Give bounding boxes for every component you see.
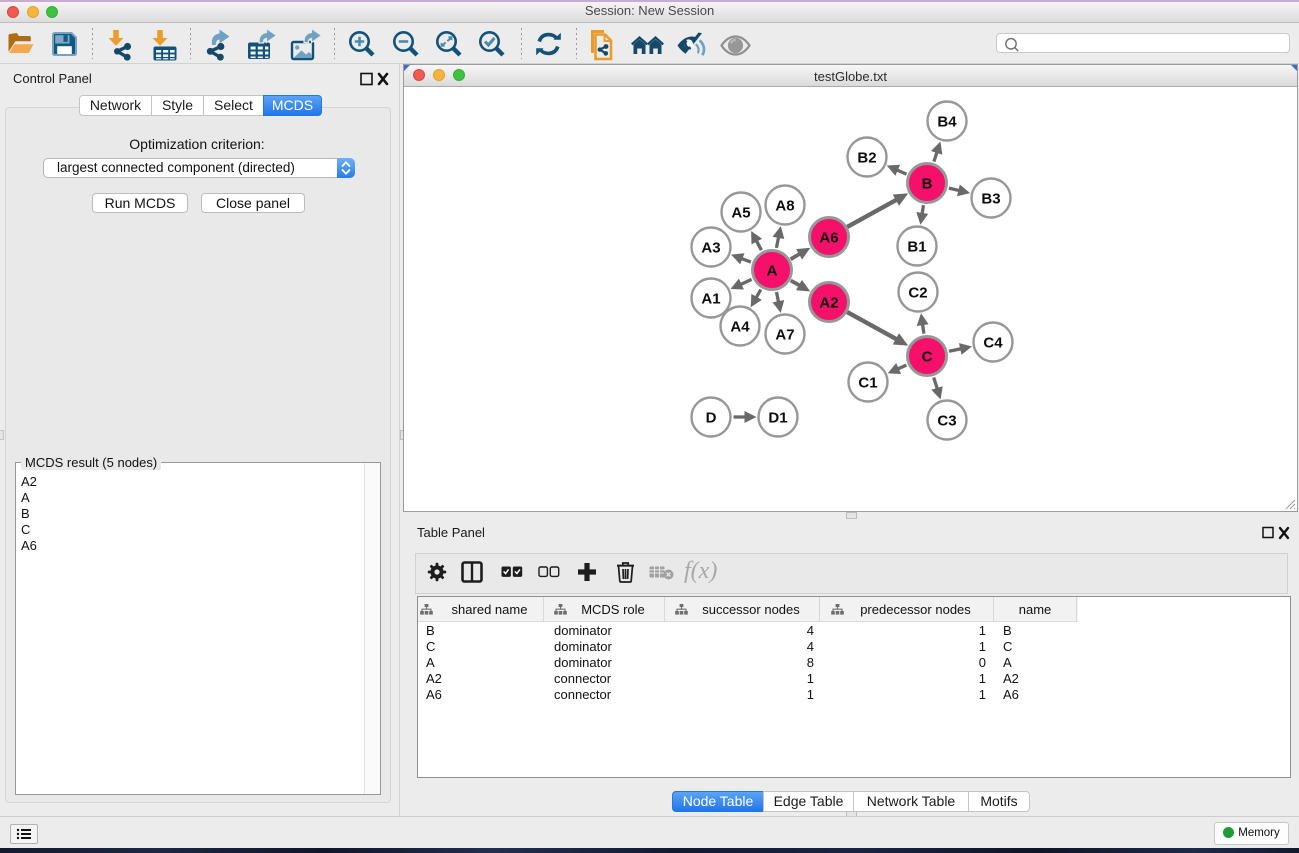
svg-text:A8: A8 (775, 198, 794, 215)
svg-text:D1: D1 (768, 410, 787, 427)
svg-text:D: D (706, 410, 717, 427)
svg-text:B1: B1 (907, 239, 926, 256)
svg-text:B4: B4 (937, 114, 957, 131)
svg-text:A4: A4 (730, 319, 750, 336)
svg-text:C1: C1 (858, 375, 877, 392)
svg-text:A6: A6 (819, 230, 838, 247)
svg-text:B3: B3 (981, 191, 1000, 208)
svg-text:B2: B2 (857, 150, 876, 167)
svg-text:B: B (922, 176, 933, 193)
svg-text:A2: A2 (819, 295, 838, 312)
svg-text:A7: A7 (775, 327, 794, 344)
svg-text:A1: A1 (701, 291, 720, 308)
svg-text:A: A (767, 263, 778, 280)
svg-text:A3: A3 (701, 240, 720, 257)
svg-text:C2: C2 (908, 285, 927, 302)
svg-text:A5: A5 (731, 205, 750, 222)
svg-text:C4: C4 (983, 335, 1003, 352)
svg-text:C: C (922, 349, 933, 366)
svg-text:C3: C3 (937, 413, 956, 430)
